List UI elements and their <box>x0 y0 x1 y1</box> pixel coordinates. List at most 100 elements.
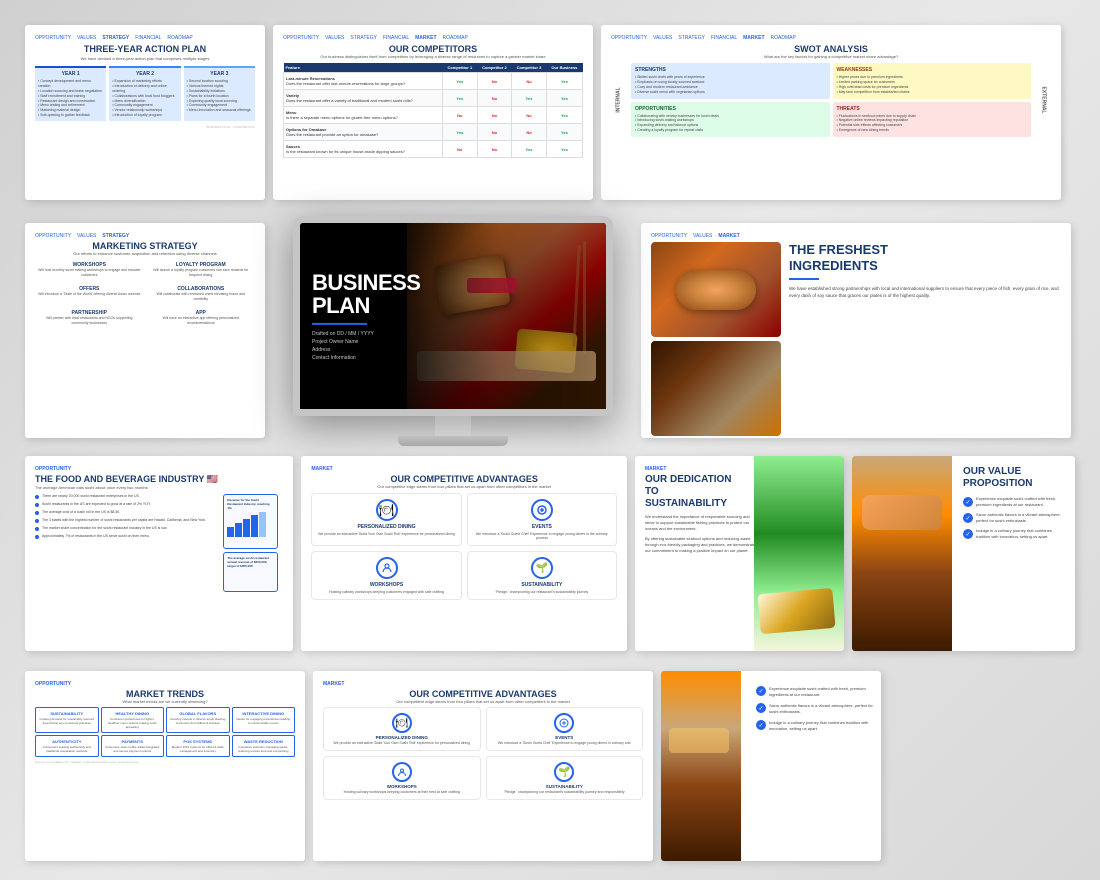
mkt-collaborations: COLLABORATIONS Will collaborate with ren… <box>147 283 256 304</box>
strengths-items: • Skilled sushi chefs with years of expe… <box>635 75 826 95</box>
market-trends-subtitle: What market trends are we currently obse… <box>35 699 295 704</box>
weaknesses-items: • Higher prices due to premium ingredien… <box>837 75 1028 95</box>
comp-opportunity-tag: OPPORTUNITY <box>283 35 319 41</box>
mt-footer: Source: CrunchBase.com; Statista; restau… <box>35 760 295 764</box>
adv-events: EVENTS We introduce a 'Sushi Guest Chef'… <box>467 493 617 546</box>
c3r3: No <box>512 107 547 124</box>
c1r5: No <box>443 141 478 158</box>
competitors-tbody: Last-minute ReservationsDoes the restaur… <box>284 73 583 158</box>
c2r5: No <box>477 141 512 158</box>
usr1: Yes <box>546 73 582 90</box>
comp-strategy-tag: STRATEGY <box>350 35 377 41</box>
sustainability-icon: 🌱 <box>531 557 553 579</box>
vp-food-img <box>852 456 952 651</box>
sushi-img-bottom <box>651 341 781 436</box>
food-industry-subtitle: The average American eats sushi about on… <box>35 485 283 490</box>
ca2-tags: MARKET <box>323 681 643 687</box>
stat-text-2: Sushi restaurants in the US are expected… <box>42 502 151 507</box>
mkt-tags: OPPORTUNITYVALUESSTRATEGY <box>35 233 255 239</box>
threats-label: THREATS <box>837 106 1028 112</box>
workshops-icon <box>376 557 398 579</box>
adv-sustainability: 🌱 SUSTAINABILITY 'Pledge.' championing o… <box>467 551 617 600</box>
freshest-text-area: THE FRESHESTINGREDIENTS We have establis… <box>789 242 1061 436</box>
c1r3: No <box>443 107 478 124</box>
check-2: ✓ <box>963 513 973 523</box>
comp3-header: Competitor 3 <box>512 63 547 73</box>
monitor-neck <box>435 416 471 436</box>
action-plan-title-area: THREE-YEAR ACTION PLAN We have devised a… <box>35 44 255 61</box>
monitor-container: BUSINESS PLAN Drafted on DD / MM / YYYY … <box>273 223 633 438</box>
action-plan-footer: BUSINESS PLAN - CONFIDENTIAL <box>35 125 255 129</box>
bullet-1 <box>35 495 39 499</box>
pr-item-1: ✓ Experience exquisite sushi crafted wit… <box>756 686 876 697</box>
mkt-app: APP Will have an interactive app offerin… <box>147 307 256 328</box>
monitor-base <box>398 436 508 446</box>
comp-values-tag: VALUES <box>325 35 344 41</box>
swot-subtitle: What are the key factors for gaining a c… <box>611 54 1051 59</box>
ca-subtitle: Our competitive edge stems from four pil… <box>311 484 617 489</box>
strengths-quad: STRENGTHS • Skilled sushi chefs with yea… <box>631 63 830 99</box>
sushi-roll-visual <box>676 270 756 310</box>
fresh-tags: OPPORTUNITYVALUESMARKET <box>651 233 1061 239</box>
threats-items: • Fluctuations in seafood prices due to … <box>837 114 1028 134</box>
vp-image-area <box>852 456 952 651</box>
mkt-title-area: MARKETING STRATEGY Our efforts to enhanc… <box>35 241 255 256</box>
c2r3: No <box>477 107 512 124</box>
trends-bottom-grid: AUTHENTICITY Consumers seeking authentic… <box>35 735 295 757</box>
mkt-workshops-desc: Will host monthly sushi making workshops… <box>38 268 141 277</box>
bar-3 <box>243 519 250 537</box>
comp-subtitle: Our business distinguishes itself from c… <box>283 54 583 59</box>
marketing-grid: WORKSHOPS Will host monthly sushi making… <box>35 259 255 328</box>
vp-item-3: ✓ Indulge in a culinary journey that com… <box>963 528 1067 539</box>
personalized-icon: 🍽 <box>376 499 398 521</box>
vp-text-2: Savor authentic flavors in a vibrant atm… <box>976 512 1067 523</box>
events-desc: We introduce a 'Sushi Guest Chef' Experi… <box>473 532 611 540</box>
ca2-grid: 🍽 PERSONALIZED DINING We provide an inte… <box>323 707 643 800</box>
table-row: MenuIs there a separate menu options for… <box>284 107 583 124</box>
food-industry-body: There are nearly 20,000 sushi restaurant… <box>35 494 283 592</box>
comp-title: OUR COMPETITORS <box>283 44 583 54</box>
market-trends-title: MARKET TRENDS <box>35 689 295 699</box>
stat-text-5: The market share concentration for the s… <box>42 526 167 531</box>
sustainability-title: SUSTAINABILITY <box>473 582 611 588</box>
bp-owner: Project Owner Name <box>312 339 420 345</box>
ca2-workshops: WORKSHOPS Hosting culinary workshops kee… <box>323 756 481 800</box>
c2r4: No <box>477 124 512 141</box>
stat-6: Approximately 7% of restaurants in the U… <box>35 534 217 539</box>
freshest-images <box>651 242 781 436</box>
usr3: Yes <box>546 107 582 124</box>
mkt-partnership: PARTNERSHIP Will partner with local rest… <box>35 307 144 328</box>
feature-header: Feature <box>284 63 443 73</box>
sust-desc-2: By offering sustainable seafood options … <box>645 536 760 554</box>
swot-matrix: STRENGTHS • Skilled sushi chefs with yea… <box>631 63 1031 137</box>
check-1: ✓ <box>963 497 973 507</box>
comp-financial-tag: FINANCIAL <box>383 35 409 41</box>
c3r5: Yes <box>512 141 547 158</box>
advantages-grid: 🍽 PERSONALIZED DINING We provide an inte… <box>311 493 617 600</box>
bp-contact: Contact Information <box>312 355 420 361</box>
bar-chart <box>227 512 274 537</box>
stat-text-3: The average cost of a sushi roll in the … <box>42 510 120 515</box>
pr-text: ✓ Experience exquisite sushi crafted wit… <box>751 681 881 737</box>
value-proposition-slide: MARKET OUR VALUEPROPOSITION ✓ Experience… <box>852 456 1075 651</box>
swot-title-area: SWOT ANALYSIS What are the key factors f… <box>611 44 1051 59</box>
bp-address: Address <box>312 347 420 353</box>
mkt-offers-desc: Will introduce a 'Taste of the World' of… <box>38 292 141 297</box>
ca-title-area: OUR COMPETITIVE ADVANTAGES Our competiti… <box>311 474 617 489</box>
sust-text: We understand the importance of responsi… <box>645 514 760 554</box>
personalized-title: PERSONALIZED DINING <box>317 524 455 530</box>
c2r2: No <box>477 90 512 107</box>
bar-4 <box>251 515 258 537</box>
bullet-6 <box>35 535 39 539</box>
swot-main: INTERNAL STRENGTHS • Skilled sushi chefs… <box>611 63 1051 137</box>
events-icon <box>531 499 553 521</box>
ca2-e-icon <box>554 713 574 733</box>
sust-image-area <box>754 456 844 651</box>
swot-grid: STRENGTHS • Skilled sushi chefs with yea… <box>631 63 1031 99</box>
ca2-s-desc: 'Pledge.' championing our restaurant's s… <box>492 790 638 794</box>
pr-food-strip <box>661 671 741 861</box>
opportunity-tag: OPPORTUNITY <box>35 35 71 41</box>
stat-text-4: The 3 states with the highest number of … <box>42 518 206 523</box>
pr-item-2: ✓ Savor authentic flavors in a vibrant a… <box>756 703 876 714</box>
mkt-collab-desc: Will collaborate with renowned chefs ele… <box>150 292 253 301</box>
